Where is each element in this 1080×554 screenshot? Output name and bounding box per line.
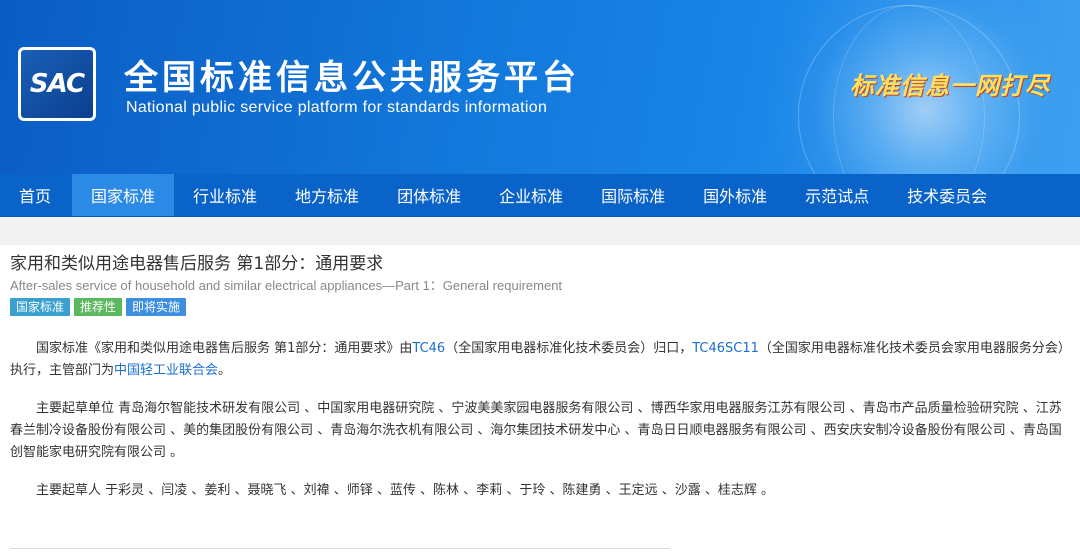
main-nav: 首页 国家标准 行业标准 地方标准 团体标准 企业标准 国际标准 国外标准 示范… [0,174,1080,217]
slogan: 标准信息一网打尽 [850,71,1050,100]
drafting-units-paragraph: 主要起草单位 青岛海尔智能技术研发有限公司 、中国家用电器研究院 、宁波美美家园… [10,401,1062,460]
description-paragraph: 国家标准《家用和类似用途电器售后服务 第1部分：通用要求》由TC46（全国家用电… [10,338,1068,382]
standard-title-en: After-sales service of household and sim… [10,278,563,293]
link-tc46[interactable]: TC46 [412,341,445,356]
nav-local-standards[interactable]: 地方标准 [276,174,378,216]
header-banner: SAC 全国标准信息公共服务平台 National public service… [0,0,1080,174]
bottom-divider [10,548,670,549]
link-tc46sc11[interactable]: TC46SC11 [692,341,759,356]
tag-upcoming: 即将实施 [126,298,187,316]
standard-tags: 国家标准 推荐性 即将实施 [10,298,1068,318]
desc-text-4: 。 [218,363,232,378]
nav-enterprise-standards[interactable]: 企业标准 [480,174,582,216]
link-competent-authority[interactable]: 中国轻工业联合会 [114,363,218,378]
nav-group-standards[interactable]: 团体标准 [378,174,480,216]
nav-international-standards[interactable]: 国际标准 [582,174,684,216]
site-title: 全国标准信息公共服务平台 [124,58,580,98]
nav-national-standards[interactable]: 国家标准 [72,174,175,216]
nav-pilot-demo[interactable]: 示范试点 [786,174,888,216]
drafters-paragraph: 主要起草人 于彩灵 、闫凌 、姜利 、聂晓飞 、刘禕 、师铎 、蓝传 、陈林 、… [36,483,774,498]
sac-logo[interactable]: SAC [18,47,96,121]
nav-technical-committee[interactable]: 技术委员会 [888,174,1006,216]
logo-text: SAC [29,69,85,99]
standard-content: 家用和类似用途电器售后服务 第1部分：通用要求 After-sales serv… [0,252,1080,502]
nav-foreign-standards[interactable]: 国外标准 [684,174,786,216]
tag-national-standard: 国家标准 [10,298,71,316]
nav-home[interactable]: 首页 [0,174,72,216]
standard-title: 家用和类似用途电器售后服务 第1部分：通用要求 [10,254,384,274]
desc-text-1: 国家标准《家用和类似用途电器售后服务 第1部分：通用要求》由 [36,341,413,356]
desc-text-2: （全国家用电器标准化技术委员会）归口， [445,341,693,356]
nav-industry-standards[interactable]: 行业标准 [174,174,276,216]
tag-recommended: 推荐性 [74,298,123,316]
site-subtitle: National public service platform for sta… [126,99,548,116]
nav-spacer-band [0,217,1080,245]
